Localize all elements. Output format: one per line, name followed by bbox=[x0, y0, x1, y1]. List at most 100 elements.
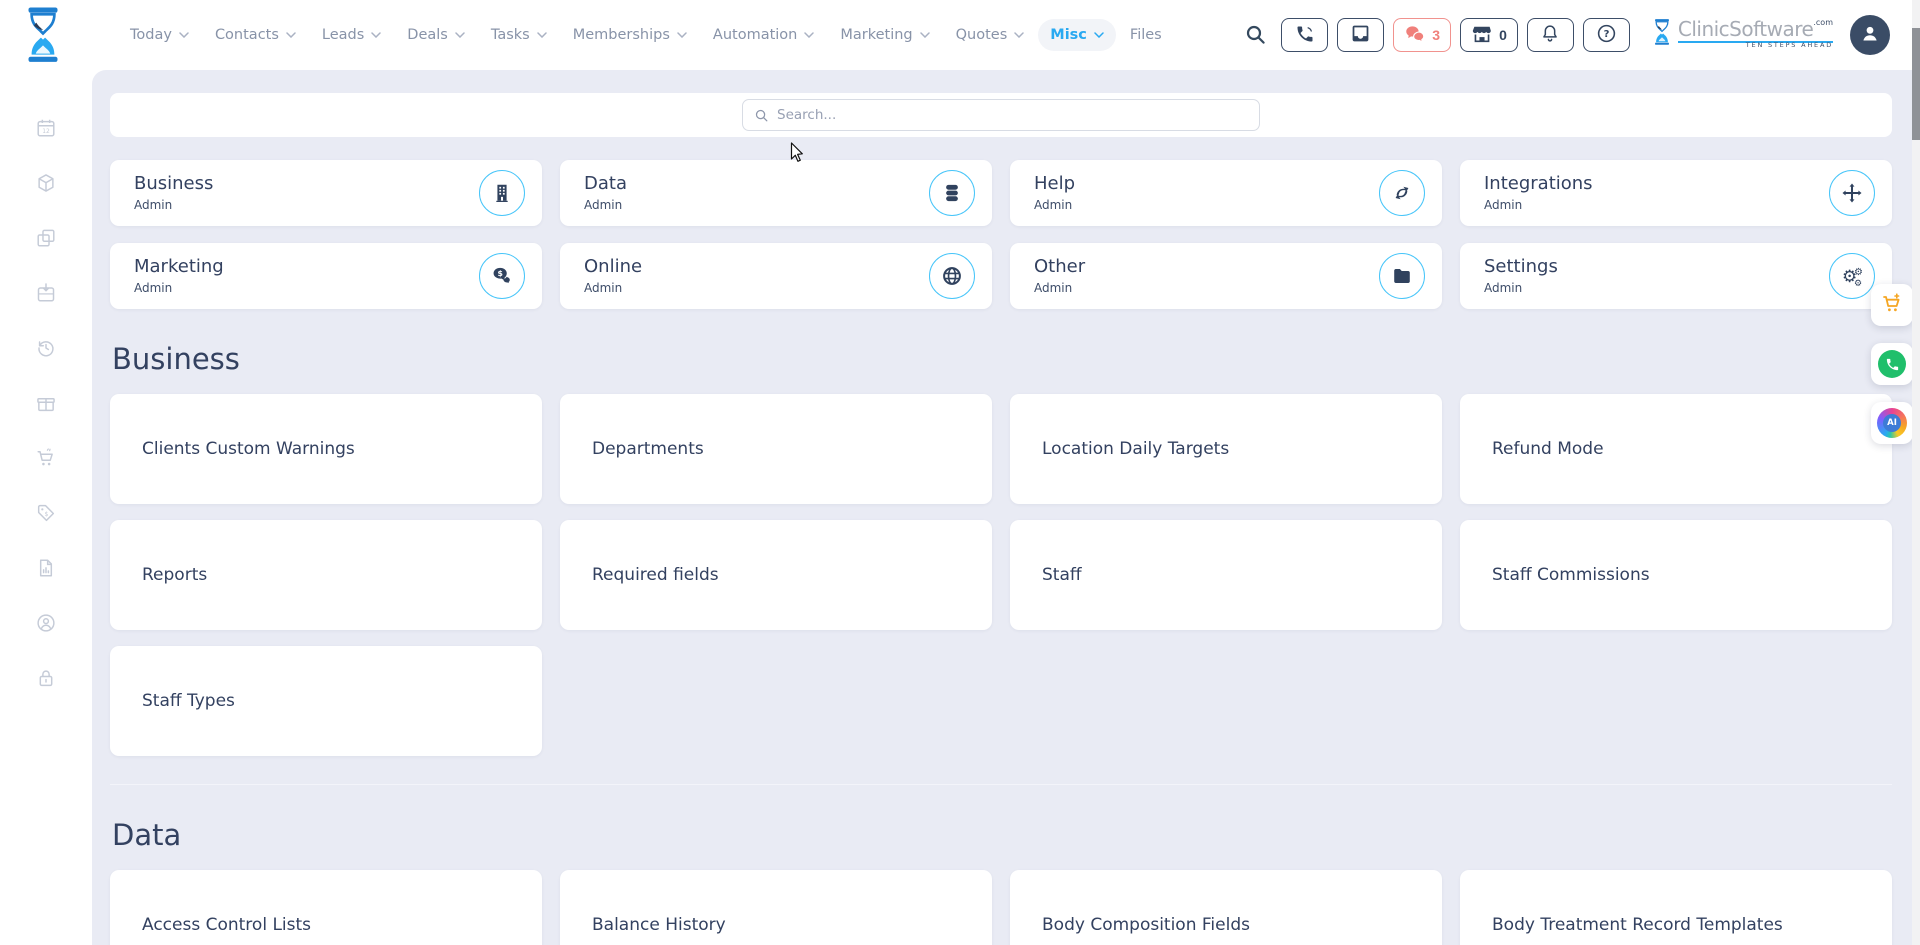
cart-icon bbox=[1880, 291, 1904, 319]
package-icon[interactable] bbox=[35, 172, 57, 194]
search-icon[interactable] bbox=[1244, 23, 1268, 47]
svg-text:⚙: ⚙ bbox=[1854, 267, 1863, 278]
card-access-control-lists[interactable]: Access Control Lists bbox=[110, 870, 542, 945]
brand-tld: .com bbox=[1813, 18, 1833, 27]
calendar-icon[interactable]: 12 bbox=[35, 117, 57, 139]
helping-hands-icon bbox=[1379, 170, 1425, 216]
section-title: Data bbox=[112, 818, 1892, 852]
lock-icon[interactable] bbox=[35, 667, 57, 689]
section-business: Business Clients Custom Warnings Departm… bbox=[110, 342, 1892, 756]
tile-help[interactable]: HelpAdmin bbox=[1010, 160, 1442, 226]
nav-item-leads[interactable]: Leads bbox=[310, 19, 393, 51]
floating-cart-button[interactable] bbox=[1871, 284, 1913, 326]
tile-title: Data bbox=[584, 174, 929, 194]
tile-other[interactable]: OtherAdmin bbox=[1010, 243, 1442, 309]
calendar-import-icon[interactable] bbox=[35, 282, 57, 304]
nav-item-contacts[interactable]: Contacts bbox=[203, 19, 308, 51]
nav-item-quotes[interactable]: Quotes bbox=[944, 19, 1037, 51]
tile-subtitle: Admin bbox=[1484, 198, 1829, 212]
tile-title: Marketing bbox=[134, 257, 479, 277]
help-button[interactable]: ? bbox=[1583, 18, 1630, 52]
gears-icon: ⚙⚙⚙ bbox=[1829, 253, 1875, 299]
hourglass-logo-icon bbox=[22, 6, 64, 64]
card-location-daily-targets[interactable]: Location Daily Targets bbox=[1010, 394, 1442, 504]
gift-icon[interactable] bbox=[35, 392, 57, 414]
inbox-button[interactable] bbox=[1337, 18, 1384, 52]
nav-item-tasks[interactable]: Tasks bbox=[479, 19, 559, 51]
tile-settings[interactable]: SettingsAdmin ⚙⚙⚙ bbox=[1460, 243, 1892, 309]
nav-item-automation[interactable]: Automation bbox=[701, 19, 826, 51]
bell-icon bbox=[1540, 23, 1560, 47]
tile-title: Online bbox=[584, 257, 929, 277]
card-required-fields[interactable]: Required fields bbox=[560, 520, 992, 630]
folder-icon bbox=[1379, 253, 1425, 299]
chat-button[interactable]: 3 bbox=[1393, 18, 1451, 52]
storefront-icon bbox=[1471, 24, 1493, 47]
tile-subtitle: Admin bbox=[134, 281, 479, 295]
money-chat-icon: $ bbox=[479, 253, 525, 299]
app-logo[interactable] bbox=[22, 6, 64, 68]
copy-icon[interactable] bbox=[35, 227, 57, 249]
floating-whatsapp-button[interactable] bbox=[1871, 343, 1913, 385]
nav-item-memberships[interactable]: Memberships bbox=[561, 19, 699, 51]
business-cards: Clients Custom Warnings Departments Loca… bbox=[110, 394, 1892, 756]
chevron-down-icon bbox=[920, 32, 930, 38]
nav-item-files[interactable]: Files bbox=[1118, 19, 1174, 51]
tile-title: Help bbox=[1034, 174, 1379, 194]
card-balance-history[interactable]: Balance History bbox=[560, 870, 992, 945]
store-button[interactable]: 0 bbox=[1460, 18, 1518, 52]
search-icon bbox=[754, 108, 769, 123]
price-tag-icon[interactable]: $ bbox=[35, 502, 57, 524]
account-icon[interactable] bbox=[35, 612, 57, 634]
chevron-down-icon bbox=[677, 32, 687, 38]
chevron-down-icon bbox=[1014, 32, 1024, 38]
card-body-composition-fields[interactable]: Body Composition Fields bbox=[1010, 870, 1442, 945]
tile-marketing[interactable]: Marketing Admin $ bbox=[110, 243, 542, 309]
section-data: Data Access Control Lists Balance Histor… bbox=[110, 784, 1892, 945]
svg-text:12: 12 bbox=[42, 128, 50, 135]
tile-subtitle: Admin bbox=[584, 198, 929, 212]
nav-item-marketing[interactable]: Marketing bbox=[828, 19, 941, 51]
admin-tiles: BusinessAdmin DataAdmin HelpAdmin Integr… bbox=[110, 160, 1892, 309]
tile-title: Integrations bbox=[1484, 174, 1829, 194]
data-cards: Access Control Lists Balance History Bod… bbox=[110, 870, 1892, 945]
card-clients-custom-warnings[interactable]: Clients Custom Warnings bbox=[110, 394, 542, 504]
building-icon bbox=[479, 170, 525, 216]
tile-data[interactable]: Data Admin bbox=[560, 160, 992, 226]
brand-logo[interactable]: ClinicSoftware.com TEN STEPS AHEAD bbox=[1651, 18, 1833, 52]
cart-icon[interactable] bbox=[35, 447, 57, 469]
tile-subtitle: Admin bbox=[134, 198, 479, 212]
nav-item-today[interactable]: Today bbox=[118, 19, 201, 51]
card-departments[interactable]: Departments bbox=[560, 394, 992, 504]
main-nav: Today Contacts Leads Deals Tasks Members… bbox=[118, 19, 1174, 51]
nav-item-deals[interactable]: Deals bbox=[395, 19, 477, 51]
card-staff[interactable]: Staff bbox=[1010, 520, 1442, 630]
database-icon bbox=[929, 170, 975, 216]
card-staff-commissions[interactable]: Staff Commissions bbox=[1460, 520, 1892, 630]
hourglass-logo-icon bbox=[1651, 18, 1673, 52]
tile-subtitle: Admin bbox=[584, 281, 929, 295]
user-avatar[interactable] bbox=[1850, 15, 1890, 55]
topbar-actions: 3 0 ? ClinicSoftware bbox=[1244, 15, 1890, 55]
tile-integrations[interactable]: Integrations Admin bbox=[1460, 160, 1892, 226]
search-input[interactable] bbox=[777, 107, 1248, 123]
sidebar-icon-menu: 12 $ bbox=[0, 117, 92, 689]
scrollbar-thumb[interactable] bbox=[1912, 28, 1920, 140]
card-refund-mode[interactable]: Refund Mode bbox=[1460, 394, 1892, 504]
top-bar: Today Contacts Leads Deals Tasks Members… bbox=[0, 0, 1920, 70]
history-icon[interactable] bbox=[35, 337, 57, 359]
card-reports[interactable]: Reports bbox=[110, 520, 542, 630]
page-scrollbar[interactable] bbox=[1912, 0, 1920, 945]
svg-text:$: $ bbox=[44, 511, 48, 518]
move-arrows-icon bbox=[1829, 170, 1875, 216]
nav-item-misc[interactable]: Misc bbox=[1038, 19, 1116, 51]
tile-business[interactable]: BusinessAdmin bbox=[110, 160, 542, 226]
report-icon[interactable] bbox=[35, 557, 57, 579]
card-staff-types[interactable]: Staff Types bbox=[110, 646, 542, 756]
floating-ai-button[interactable]: AI bbox=[1871, 402, 1913, 444]
phone-button[interactable] bbox=[1281, 18, 1328, 52]
card-body-treatment-record-templates[interactable]: Body Treatment Record Templates bbox=[1460, 870, 1892, 945]
search-box[interactable] bbox=[742, 99, 1260, 131]
tile-online[interactable]: Online Admin bbox=[560, 243, 992, 309]
notifications-button[interactable] bbox=[1527, 18, 1574, 52]
